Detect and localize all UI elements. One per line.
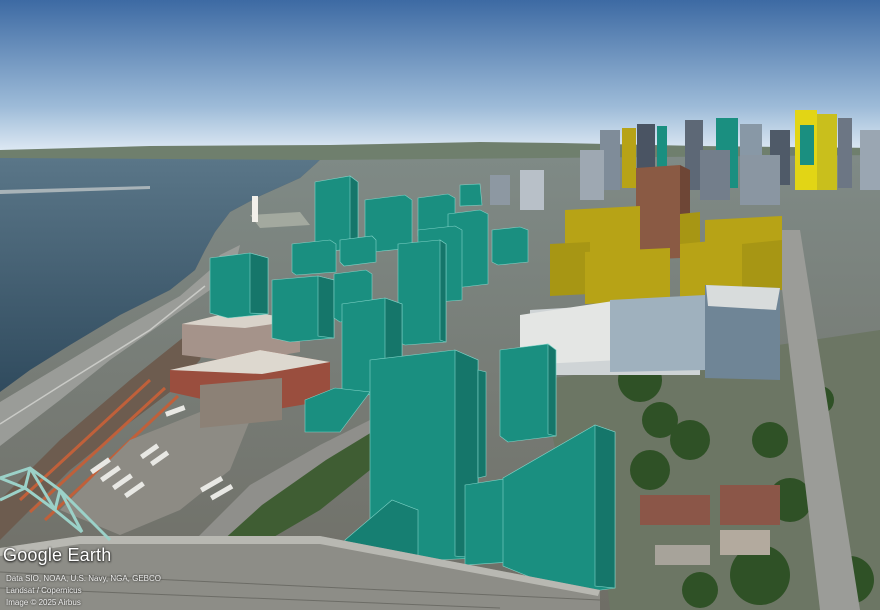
google-earth-logo: Google Earth xyxy=(3,542,111,568)
attribution-image: Image © 2025 Airbus xyxy=(6,598,81,607)
row-houses xyxy=(640,485,780,565)
clock-tower xyxy=(252,196,258,222)
map-viewport[interactable]: Google Earth Data SIO, NOAA, U.S. Navy, … xyxy=(0,0,880,610)
brown-tower xyxy=(636,165,680,260)
3d-city-view xyxy=(0,0,880,610)
attribution-data: Data SIO, NOAA, U.S. Navy, NGA, GEBCO xyxy=(6,574,161,583)
logo-text: Google Earth xyxy=(3,544,112,565)
attribution-landsat: Landsat / Copernicus xyxy=(6,586,82,595)
